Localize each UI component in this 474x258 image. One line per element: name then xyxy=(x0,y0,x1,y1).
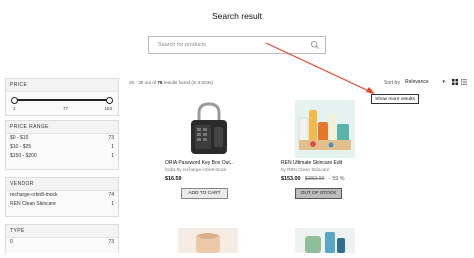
product-old-price: $382.00 xyxy=(305,176,325,182)
product-current-price: $16.59 xyxy=(165,176,182,182)
price-range-filter: PRICE RANGE $0 - $10 73 $10 - $25 1 $150… xyxy=(5,120,119,170)
product-card[interactable]: ORIA Password Key Box Out... locks by re… xyxy=(165,100,257,199)
price-range-option-label: $150 - $200 xyxy=(10,153,37,159)
product-current-price: $153.00 xyxy=(281,176,301,182)
type-filter-title: TYPE xyxy=(6,225,118,238)
price-range-option-label: $10 - $25 xyxy=(10,144,32,150)
add-to-cart-button[interactable]: ADD TO CART xyxy=(181,188,228,199)
vendor-option-label: recharge-crbn8-mock xyxy=(10,192,58,198)
vendor-option[interactable]: recharge-crbn8-mock 74 xyxy=(6,191,118,200)
results-range: 25 - 36 xyxy=(129,80,144,85)
price-slider-min-label: 1 xyxy=(13,106,16,111)
price-range-option-count: 1 xyxy=(111,144,114,150)
vendor-option-count: 74 xyxy=(108,192,114,198)
price-slider-track xyxy=(14,99,110,101)
skincare-set-image xyxy=(295,100,355,158)
product-title[interactable]: REN Ultimate Skincare Edit xyxy=(281,160,373,166)
price-filter-title: PRICE xyxy=(6,79,118,92)
vendor-filter-title: VENDOR xyxy=(6,178,118,191)
show-more-results-button[interactable]: Show more results xyxy=(371,94,419,104)
vendor-option-count: 1 xyxy=(111,201,114,207)
price-slider[interactable]: 1 77 153 xyxy=(6,92,118,118)
sort-select-value: Relevance xyxy=(405,79,429,85)
price-range-option-count: 73 xyxy=(108,135,114,141)
product-vendor: by REN Clean Skincare xyxy=(281,167,330,172)
out-of-stock-button[interactable]: OUT OF STOCK xyxy=(295,188,342,199)
product-card[interactable]: REN Ultimate Skincare Edit by REN Clean … xyxy=(281,100,373,199)
vendor-filter: VENDOR recharge-crbn8-mock 74 REN Clean … xyxy=(5,177,119,217)
price-slider-min-handle[interactable] xyxy=(11,97,18,104)
type-option[interactable]: 0 73 xyxy=(6,238,118,247)
product-title[interactable]: ORIA Password Key Box Out... xyxy=(165,160,257,166)
price-filter: PRICE 1 77 153 xyxy=(5,78,119,116)
results-summary: 25 - 36 out of 75 results found (in 0.00… xyxy=(129,80,213,85)
price-slider-max-handle[interactable] xyxy=(106,97,113,104)
product-image[interactable] xyxy=(178,228,238,253)
price-range-option-count: 1 xyxy=(111,153,114,159)
results-found-text: results found xyxy=(163,80,191,85)
product-image[interactable] xyxy=(295,100,355,158)
product-discount: - 59 % xyxy=(329,176,345,182)
product-thumbnail-image xyxy=(295,228,355,253)
key-lock-box-image xyxy=(191,102,227,154)
sort-label: Sort by xyxy=(384,80,400,86)
results-total: 75 xyxy=(157,80,163,85)
product-price: $16.59 xyxy=(165,176,257,182)
sort-select[interactable]: Relevance ▾ xyxy=(405,78,449,87)
list-view-icon[interactable] xyxy=(461,79,467,85)
type-option-count: 73 xyxy=(108,239,114,245)
product-thumbnail-image xyxy=(178,228,238,253)
product-price: $153.00 $382.00 - 59 % xyxy=(281,176,373,182)
grid-view-icon[interactable] xyxy=(452,79,458,85)
price-range-option[interactable]: $150 - $200 1 xyxy=(6,152,118,161)
results-time: (in 0.003s) xyxy=(191,80,214,85)
type-filter: TYPE 0 73 xyxy=(5,224,119,253)
results-out-of: out of xyxy=(144,80,157,85)
product-vendor: locks by recharge-crbn8-mock xyxy=(165,167,227,172)
product-image[interactable] xyxy=(179,100,239,158)
product-image[interactable] xyxy=(295,228,355,253)
price-range-option[interactable]: $10 - $25 1 xyxy=(6,143,118,152)
price-slider-mid-label: 77 xyxy=(63,106,69,111)
price-slider-max-label: 153 xyxy=(104,106,112,111)
price-range-option[interactable]: $0 - $10 73 xyxy=(6,134,118,143)
price-range-option-label: $0 - $10 xyxy=(10,135,29,141)
type-option-label: 0 xyxy=(10,239,13,245)
price-range-filter-title: PRICE RANGE xyxy=(6,121,118,134)
vendor-option-label: REN Clean Skincare xyxy=(10,201,56,207)
vendor-option[interactable]: REN Clean Skincare 1 xyxy=(6,200,118,209)
chevron-down-icon: ▾ xyxy=(442,79,445,85)
